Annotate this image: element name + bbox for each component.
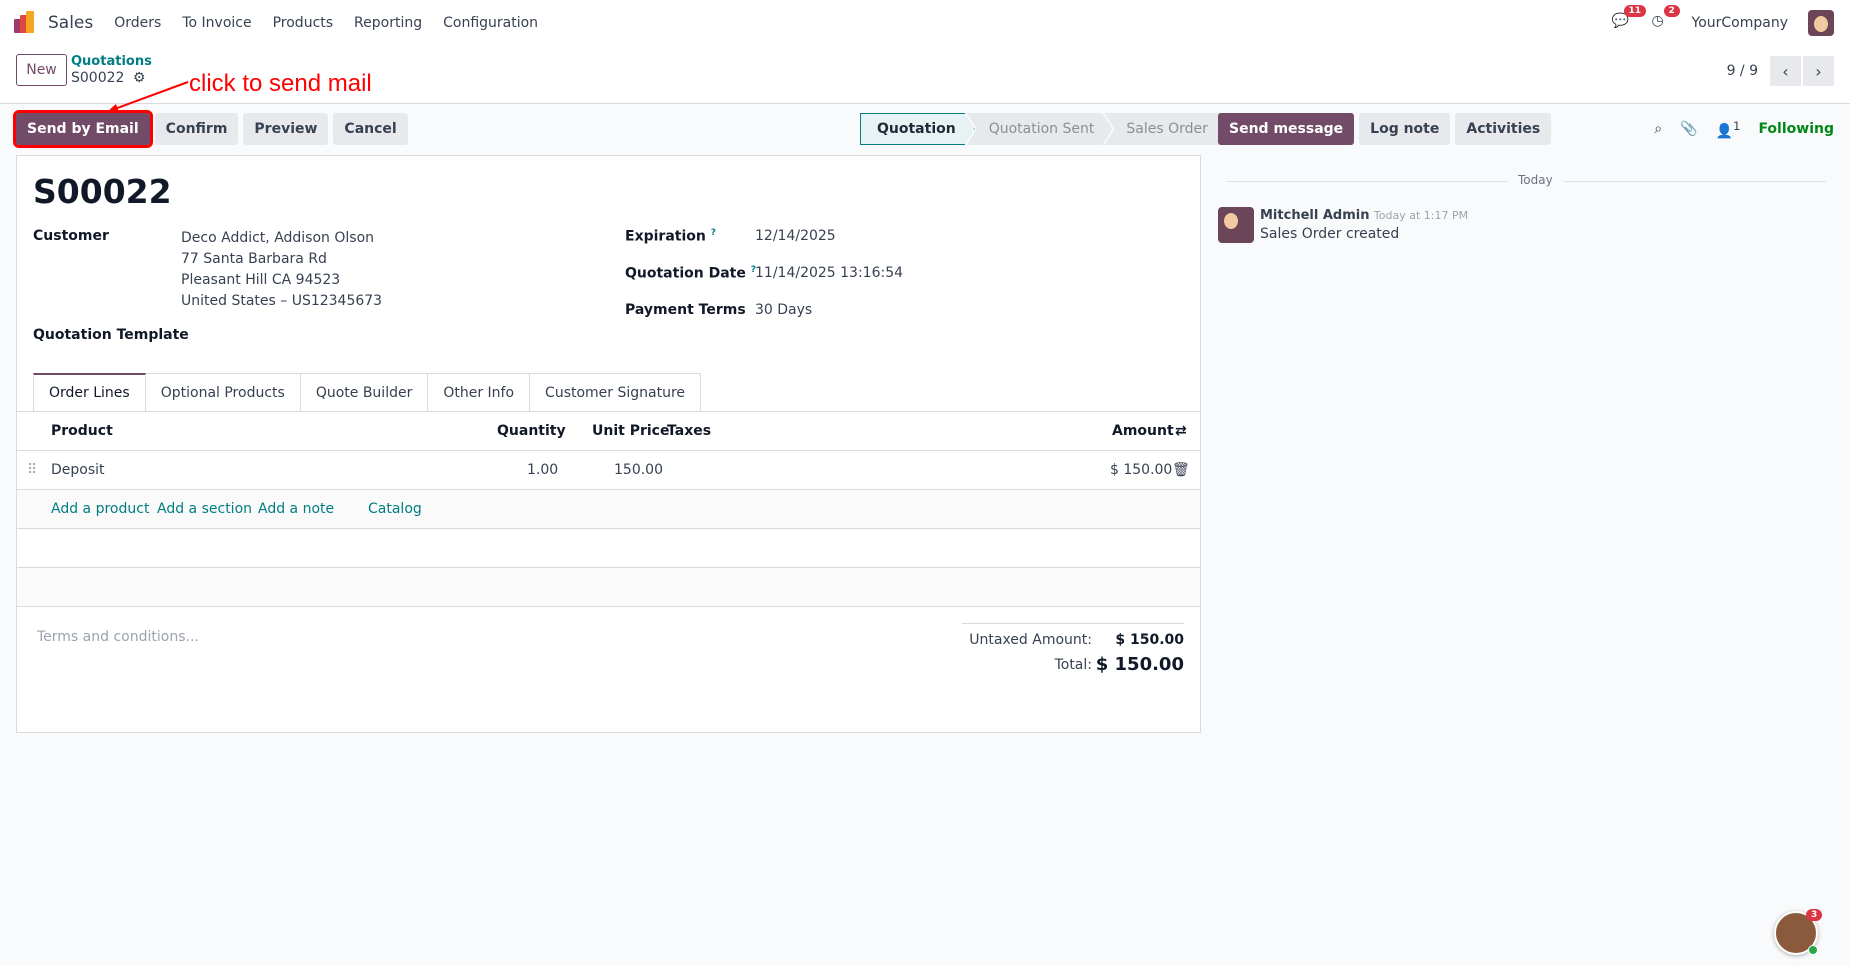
- paperclip-icon[interactable]: 📎: [1680, 121, 1697, 137]
- customer-street: 77 Santa Barbara Rd: [181, 251, 327, 267]
- search-icon[interactable]: ⌕: [1654, 121, 1662, 137]
- form-sheet: S00022 Customer Deco Addict, Addison Ols…: [16, 155, 1201, 733]
- message-time: Today at 1:17 PM: [1373, 209, 1469, 222]
- cell-product[interactable]: Deposit: [51, 462, 105, 478]
- chevron-left-icon[interactable]: ‹: [1770, 56, 1801, 86]
- user-avatar[interactable]: [1808, 10, 1834, 36]
- tab-other-info[interactable]: Other Info: [428, 373, 531, 411]
- total-label: Total:: [1054, 656, 1092, 673]
- customer-city: Pleasant Hill CA 94523: [181, 272, 341, 288]
- following-button[interactable]: Following: [1758, 121, 1834, 137]
- empty-row: [17, 568, 1200, 607]
- annotation-arrow: [106, 81, 189, 113]
- customer-label: Customer: [33, 228, 109, 244]
- online-status-icon: [1808, 945, 1818, 955]
- chevron-right-icon[interactable]: ›: [1803, 56, 1834, 86]
- nav-configuration[interactable]: Configuration: [443, 15, 538, 31]
- totals: Untaxed Amount: $ 150.00 Total: $ 150.00: [962, 623, 1184, 675]
- followers-count: 1: [1733, 118, 1741, 133]
- customer-name: Deco Addict, Addison Olson: [181, 230, 375, 246]
- cell-quantity[interactable]: 1.00: [527, 462, 558, 478]
- expiration-label: Expiration ?: [625, 228, 716, 245]
- terms-input[interactable]: Terms and conditions...: [37, 629, 199, 645]
- drag-handle-icon[interactable]: ⠿: [27, 462, 37, 478]
- confirm-button[interactable]: Confirm: [154, 113, 239, 145]
- untaxed-amount: $ 150.00: [1115, 632, 1184, 648]
- quotation-date-label: Quotation Date ?: [625, 265, 756, 282]
- untaxed-label: Untaxed Amount:: [969, 632, 1092, 648]
- send-by-email-button[interactable]: Send by Email: [13, 110, 153, 148]
- add-note-link[interactable]: Add a note: [258, 501, 334, 517]
- tab-quote-builder[interactable]: Quote Builder: [300, 373, 429, 411]
- col-unit-price[interactable]: Unit Price: [592, 423, 669, 439]
- col-product[interactable]: Product: [51, 423, 113, 439]
- quotation-date-field[interactable]: 11/14/2025 13:16:54: [755, 265, 903, 281]
- quotation-template-label: Quotation Template: [33, 327, 189, 343]
- order-name: S00022: [33, 172, 172, 211]
- trash-icon[interactable]: 🗑: [1172, 462, 1190, 478]
- col-amount[interactable]: Amount: [1112, 423, 1174, 439]
- help-icon[interactable]: ?: [711, 228, 716, 238]
- empty-row: [17, 529, 1200, 568]
- add-line-row: Add a product Add a section Add a note C…: [17, 490, 1200, 529]
- pager-value[interactable]: 9 / 9: [1727, 63, 1758, 79]
- tab-optional-products[interactable]: Optional Products: [145, 373, 301, 411]
- payment-terms-field[interactable]: 30 Days: [755, 302, 812, 318]
- activities-clock-icon[interactable]: ◷ 2: [1652, 5, 1680, 33]
- nav-reporting[interactable]: Reporting: [354, 15, 422, 31]
- order-lines-table: Product Quantity Unit Price Taxes Amount…: [17, 411, 1200, 607]
- total-amount: $ 150.00: [1095, 654, 1184, 675]
- customer-country: United States – US12345673: [181, 293, 383, 309]
- payment-terms-label: Payment Terms: [625, 302, 746, 318]
- add-section-link[interactable]: Add a section: [157, 501, 252, 517]
- send-message-button[interactable]: Send message: [1218, 113, 1355, 145]
- company-switcher[interactable]: YourCompany: [1692, 15, 1789, 31]
- tab-order-lines[interactable]: Order Lines: [33, 373, 146, 411]
- messages-icon[interactable]: 💬 11: [1612, 5, 1647, 33]
- messages-badge: 11: [1623, 5, 1647, 17]
- col-quantity[interactable]: Quantity: [497, 423, 566, 439]
- activities-button[interactable]: Activities: [1455, 113, 1552, 145]
- activities-badge: 2: [1663, 5, 1680, 17]
- tab-customer-signature[interactable]: Customer Signature: [530, 373, 702, 411]
- cancel-button[interactable]: Cancel: [333, 113, 408, 145]
- expiration-field[interactable]: 12/14/2025: [755, 228, 836, 244]
- status-sales-order[interactable]: Sales Order: [1104, 113, 1224, 145]
- followers-button[interactable]: 👤1: [1716, 119, 1741, 140]
- log-note-button[interactable]: Log note: [1359, 113, 1451, 145]
- catalog-link[interactable]: Catalog: [368, 501, 422, 517]
- author-avatar[interactable]: [1218, 207, 1254, 243]
- customer-field[interactable]: Deco Addict, Addison Olson 77 Santa Barb…: [181, 228, 382, 312]
- message-body: Sales Order created: [1260, 226, 1400, 242]
- optional-columns-icon[interactable]: ⇄: [1175, 423, 1187, 439]
- table-row[interactable]: ⠿ Deposit 1.00 150.00 $ 150.00 🗑: [17, 451, 1200, 490]
- col-taxes[interactable]: Taxes: [667, 423, 711, 439]
- annotation-text: click to send mail: [189, 70, 372, 97]
- date-separator-label: Today: [1508, 173, 1563, 187]
- notebook-tabs: Order Lines Optional Products Quote Buil…: [33, 373, 702, 411]
- cell-amount: $ 150.00: [1110, 462, 1173, 478]
- table-header: Product Quantity Unit Price Taxes Amount…: [17, 412, 1200, 451]
- nav-products[interactable]: Products: [273, 15, 333, 31]
- status-quotation[interactable]: Quotation: [860, 113, 975, 145]
- add-product-link[interactable]: Add a product: [51, 501, 149, 517]
- preview-button[interactable]: Preview: [243, 113, 329, 145]
- top-navbar: Sales Orders To Invoice Products Reporti…: [0, 0, 1850, 46]
- pager: 9 / 9 ‹ ›: [1727, 56, 1834, 86]
- status-quotation-sent[interactable]: Quotation Sent: [967, 113, 1113, 145]
- livechat-badge: 3: [1806, 909, 1823, 921]
- status-bar: Quotation Quotation Sent Sales Order: [860, 113, 1224, 145]
- livechat-avatar-button[interactable]: 3: [1774, 909, 1823, 955]
- author-name[interactable]: Mitchell Admin: [1260, 208, 1369, 223]
- cell-unit-price[interactable]: 150.00: [614, 462, 663, 478]
